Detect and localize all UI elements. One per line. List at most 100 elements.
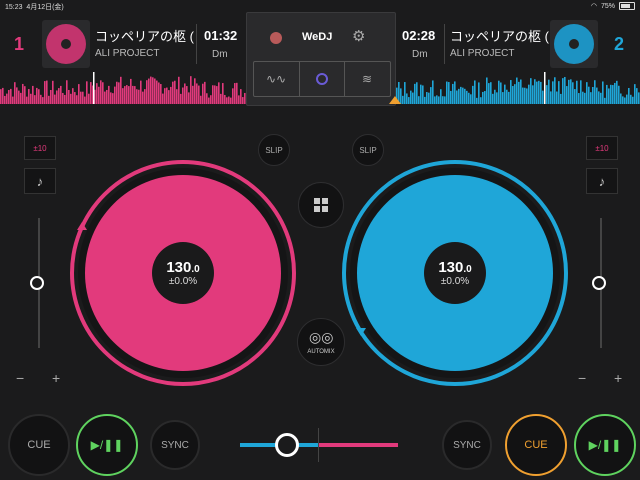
waveform-bar [500,82,502,104]
waveform-bar [494,89,496,104]
waveform-bar [568,79,570,104]
waveform-view-icon[interactable]: ∿∿ [254,62,298,96]
deck1-artwork[interactable] [42,20,90,68]
vertical-waveform-view-icon[interactable]: ≋ [345,62,389,96]
status-date: 4月12日(金) [26,4,64,11]
waveform-bar [128,86,130,104]
waveform-bar [214,85,216,104]
deck2-key: Dm [412,49,428,60]
deck2-tempo-minus[interactable]: − [578,370,586,386]
crossfader-slider[interactable] [275,433,300,457]
waveform-bar [456,90,458,104]
waveform-bar [34,95,36,104]
record-icon[interactable] [270,32,282,44]
waveform-bar [196,83,198,104]
waveform-bar [410,90,412,104]
music-note-icon[interactable]: ♪ [24,168,56,194]
waveform-bar [58,88,60,104]
waveform-bar [534,79,536,104]
waveform-bar [194,78,196,104]
deck2-tempo-plus[interactable]: + [614,370,622,386]
deck2-position-marker [356,328,366,336]
deck2-pitch: ±0.0% [440,276,470,287]
waveform-bar [454,81,456,104]
waveform-bar [600,92,602,104]
waveform-bar [484,91,486,104]
waveform-bar [440,89,442,104]
waveform-bar [572,82,574,104]
deck1-play-pause-button[interactable]: ▶/❚❚ [76,414,138,476]
waveform-bar [42,97,44,104]
crossfader-track [240,443,398,447]
waveform-bar [446,81,448,104]
deck2-play-pause-button[interactable]: ▶/❚❚ [574,414,636,476]
deck2-pitch-range-button[interactable]: ±10 [586,136,618,160]
waveform-bar [590,92,592,104]
waveform-bar [4,95,6,104]
waveform-bar [144,89,146,104]
waveform-bar [522,87,524,104]
playhead [93,72,95,104]
waveform-bar [570,79,572,104]
deck1-tempo-minus[interactable]: − [16,370,24,386]
waveform-bar [2,87,4,104]
deck2-sync-button[interactable]: SYNC [442,420,492,470]
waveform-bar [220,93,222,104]
deck2-waveform[interactable] [394,72,640,104]
waveform-bar [156,80,158,104]
waveform-bar [232,88,234,104]
waveform-bar [212,85,214,104]
waveform-bar [476,97,478,104]
waveform-bar [558,81,560,104]
waveform-bar [562,78,564,104]
deck2-disc-icon [554,24,594,64]
waveform-bar [514,84,516,104]
waveform-bar [588,86,590,104]
waveform-bar [132,85,134,104]
status-time: 15:23 [5,4,23,11]
waveform-bar [216,86,218,104]
grid-icon[interactable] [298,182,344,228]
deck1-tempo-plus[interactable]: + [52,370,60,386]
waveform-bar [136,89,138,104]
waveform-bar [170,86,172,104]
waveform-bar [406,93,408,104]
waveform-bar [90,82,92,104]
waveform-bar [16,87,18,104]
jog-view-icon[interactable] [300,62,344,96]
deck1-cue-button[interactable]: CUE [8,414,70,476]
deck2-cue-button[interactable]: CUE [505,414,567,476]
deck1-slip-button[interactable]: SLIP [258,134,290,166]
gear-icon[interactable]: ⚙ [352,27,365,45]
waveform-bar [210,95,212,104]
waveform-bar [40,94,42,104]
deck1-waveform[interactable] [0,72,246,104]
waveform-bar [134,86,136,104]
deck2-tempo-slider[interactable] [592,276,606,290]
automix-icon: ◎◎ [309,329,334,345]
waveform-bar [66,80,68,104]
waveform-bar [606,84,608,104]
waveform-bar [608,88,610,104]
automix-button[interactable]: ◎◎ AUTOMIX [297,318,345,366]
deck1-sync-button[interactable]: SYNC [150,420,200,470]
waveform-bar [518,81,520,104]
waveform-bar [618,85,620,104]
waveform-bar [506,89,508,104]
waveform-bar [576,80,578,104]
waveform-bar [222,83,224,104]
waveform-bar [32,85,34,104]
waveform-bar [190,76,192,104]
deck2-artwork[interactable] [550,20,598,68]
deck1-tempo-slider[interactable] [30,276,44,290]
waveform-bar [492,93,494,104]
music-note-icon[interactable]: ♪ [586,168,618,194]
waveform-bar [234,83,236,104]
waveform-bar [30,93,32,104]
waveform-bar [548,79,550,104]
deck2-slip-button[interactable]: SLIP [352,134,384,166]
waveform-bar [536,81,538,104]
deck1-pitch-range-button[interactable]: ±10 [24,136,56,160]
waveform-bar [0,89,2,104]
deck1-header: 1 コッペリアの柩 ( ALI PROJECT 01:32 Dm [0,14,246,72]
